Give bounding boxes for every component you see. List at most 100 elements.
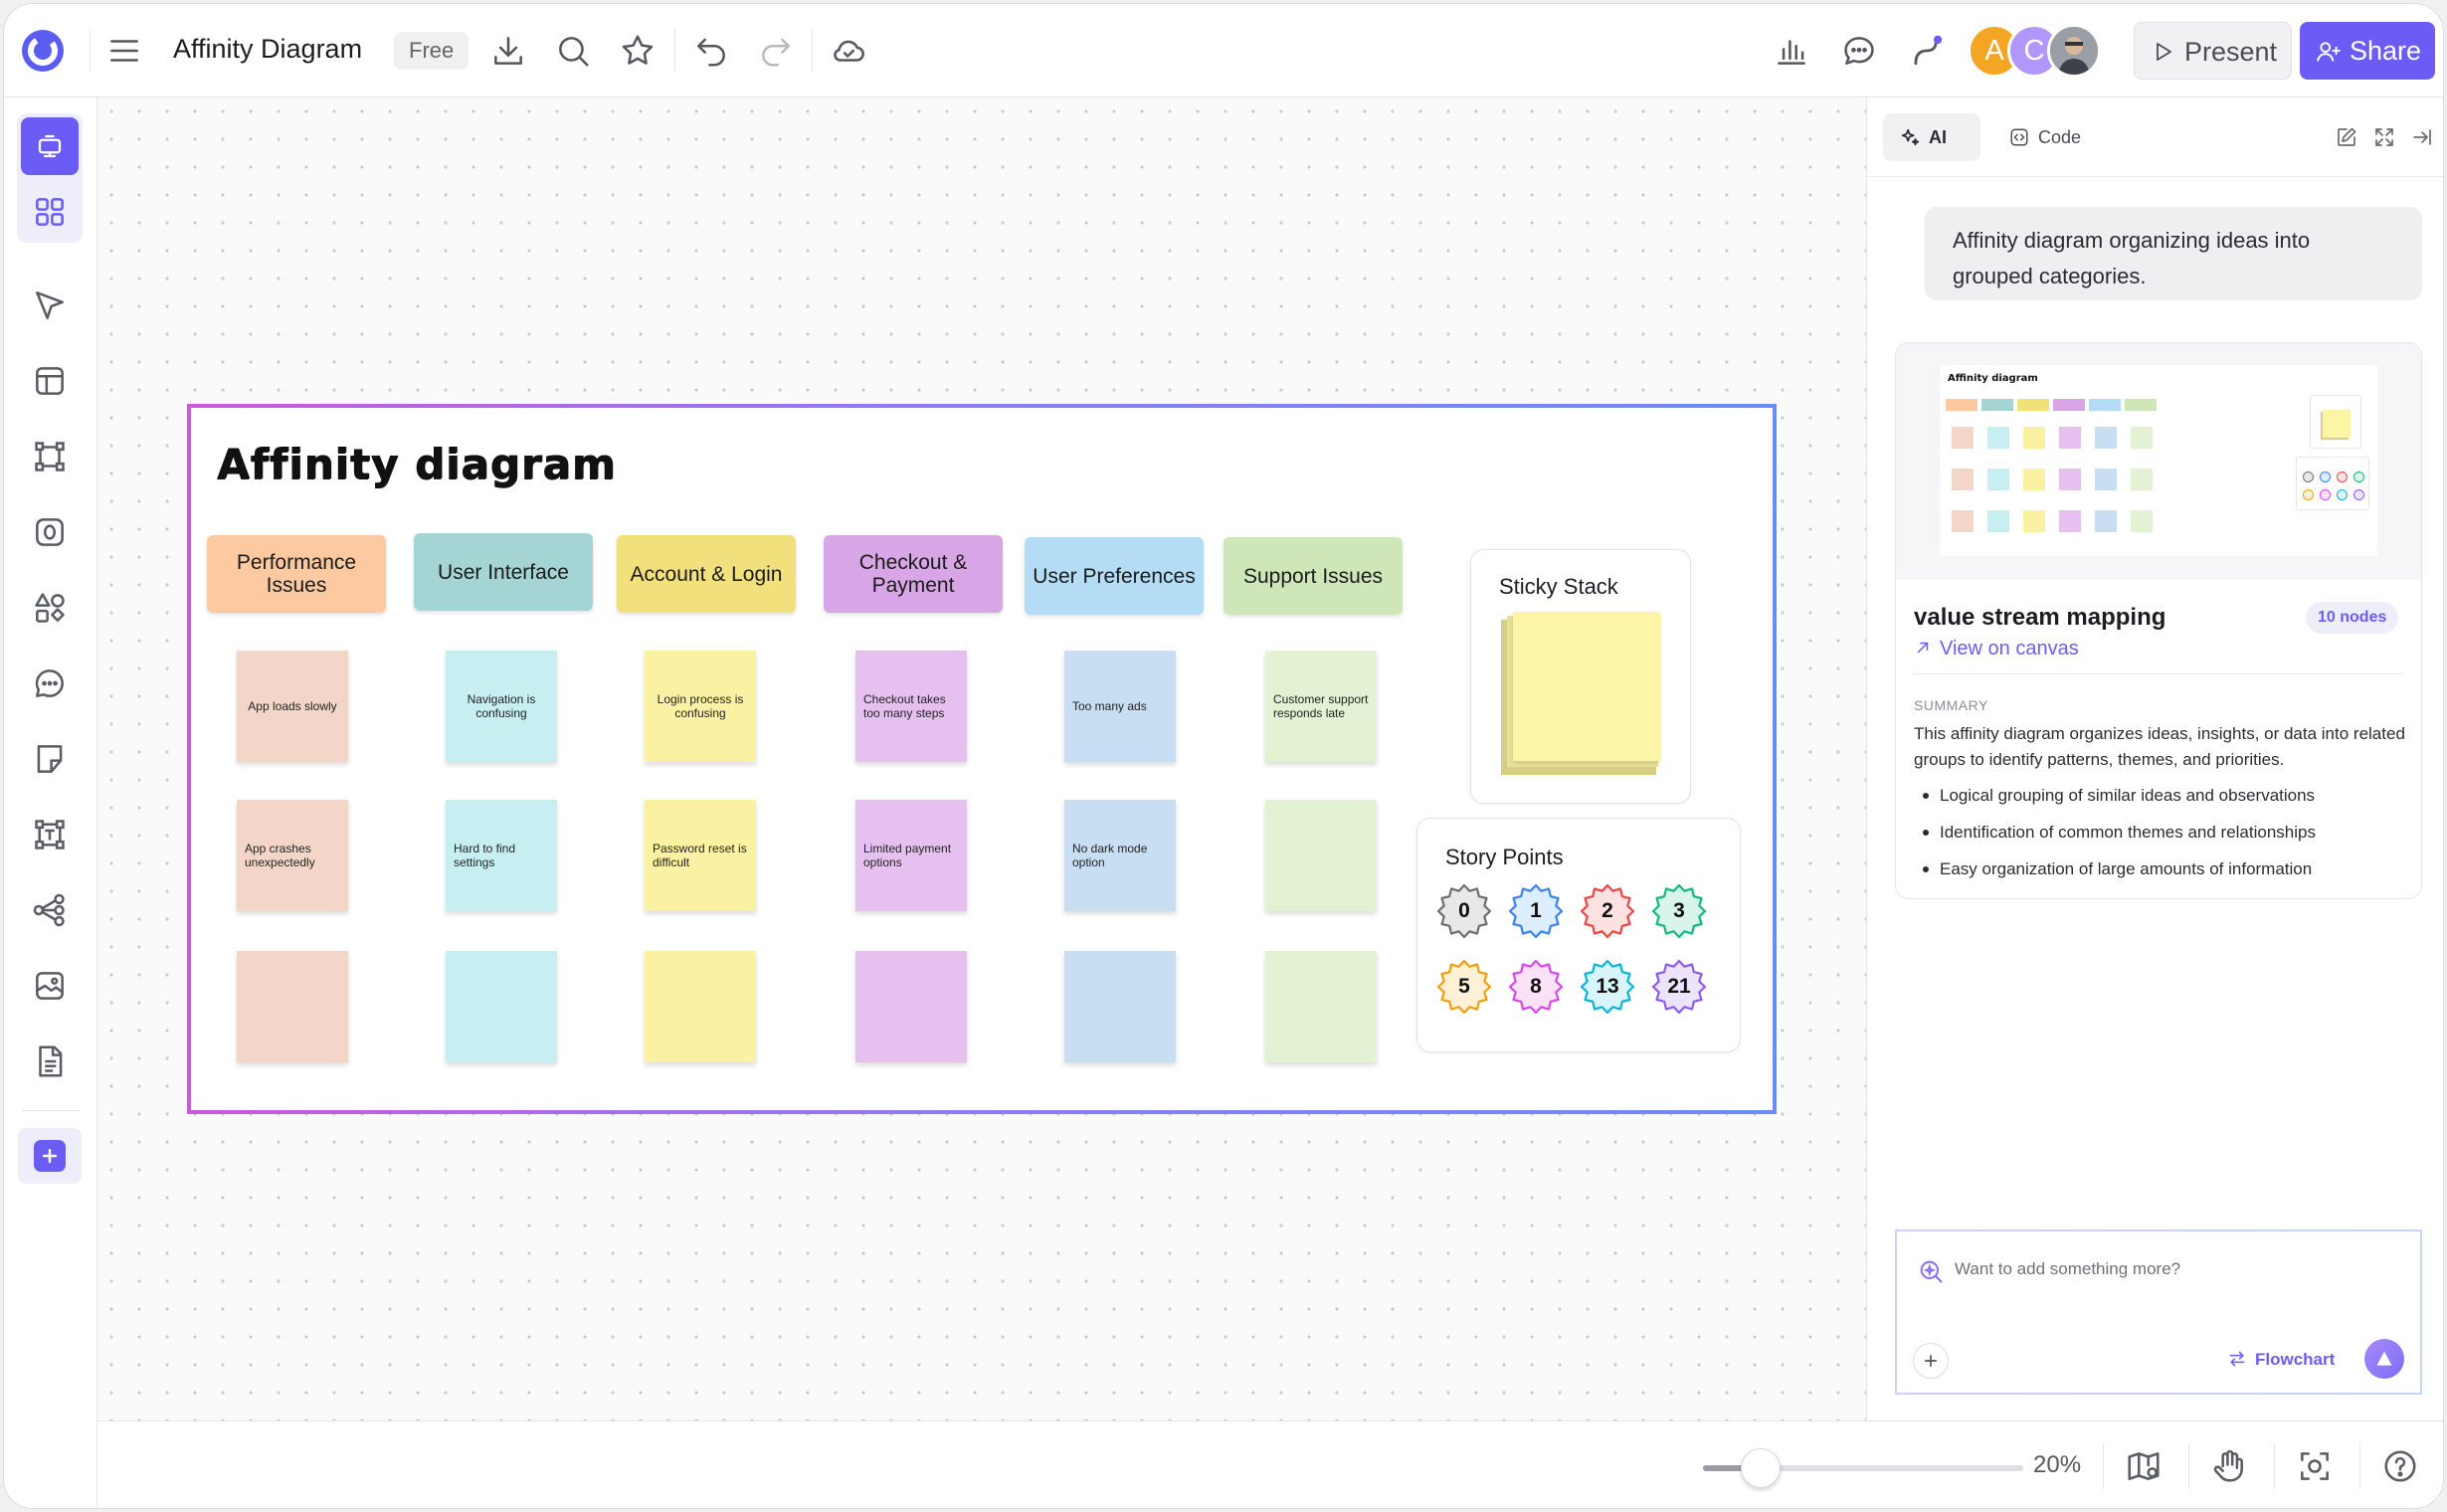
comment-icon[interactable] xyxy=(31,664,69,702)
sticky-note[interactable]: Hard to find settings xyxy=(446,800,557,911)
category-header[interactable]: Support Issues xyxy=(1224,537,1403,615)
story-point-badge[interactable]: 5 xyxy=(1435,958,1493,1016)
thumbnail-note xyxy=(1987,427,2009,449)
shapes-icon[interactable] xyxy=(31,589,69,627)
select-pointer-icon[interactable] xyxy=(31,286,69,324)
thumbnail-title: Affinity diagram xyxy=(1948,373,2038,384)
sticky-stack-title: Sticky Stack xyxy=(1499,574,1618,599)
minimap-icon[interactable] xyxy=(2125,1447,2163,1485)
category-header[interactable]: Performance Issues xyxy=(207,535,386,613)
sticky-note[interactable] xyxy=(1064,951,1176,1062)
embed-icon[interactable] xyxy=(31,967,69,1005)
search-icon[interactable] xyxy=(554,32,592,70)
affinity-frame[interactable]: Affinity diagram Performance Issues User … xyxy=(187,404,1777,1114)
sticky-note[interactable]: Customer support responds late xyxy=(1265,651,1377,762)
text-tool-icon[interactable] xyxy=(31,816,69,853)
undo-icon[interactable] xyxy=(692,32,730,70)
sticky-note[interactable] xyxy=(1265,800,1377,911)
canvas[interactable]: Affinity diagram Performance Issues User … xyxy=(97,97,1866,1420)
category-header[interactable]: User Preferences xyxy=(1025,537,1204,615)
story-point-badge[interactable]: 13 xyxy=(1579,958,1636,1016)
divider xyxy=(2188,1443,2189,1489)
diagram-type-selector[interactable]: Flowchart xyxy=(2227,1349,2335,1370)
view-on-canvas-link[interactable]: View on canvas xyxy=(1914,638,2079,661)
sticky-note[interactable]: Password reset is difficult xyxy=(645,800,756,911)
category-header[interactable]: User Interface xyxy=(414,533,593,611)
sticky-note[interactable]: No dark mode option xyxy=(1064,800,1176,911)
sticky-note[interactable] xyxy=(446,951,557,1062)
thumbnail-header xyxy=(2089,399,2121,411)
menu-icon[interactable] xyxy=(105,32,143,70)
chat-input[interactable]: Want to add something more? xyxy=(1955,1259,2180,1279)
document-title[interactable]: Affinity Diagram xyxy=(173,34,362,65)
edit-icon[interactable] xyxy=(2335,125,2358,149)
sticky-note[interactable] xyxy=(237,951,348,1062)
sticky-stack-card[interactable]: Sticky Stack xyxy=(1470,549,1691,804)
connector-icon[interactable] xyxy=(1908,32,1946,70)
present-button[interactable]: Present xyxy=(2134,22,2292,80)
tab-ai[interactable]: AI xyxy=(1883,113,1980,161)
zoom-slider[interactable] xyxy=(1703,1448,2023,1488)
result-card[interactable]: Affinity diagram value stream mapping 10… xyxy=(1895,342,2422,899)
template-icon[interactable] xyxy=(31,362,69,400)
list-item: Easy organization of large amounts of in… xyxy=(1914,850,2405,887)
sticky-note[interactable] xyxy=(1265,951,1377,1062)
star-icon[interactable] xyxy=(619,32,657,70)
download-icon[interactable] xyxy=(489,32,527,70)
story-point-badge[interactable]: 3 xyxy=(1650,882,1708,940)
sticky-note[interactable] xyxy=(855,951,967,1062)
sticky-note[interactable]: Limited payment options xyxy=(855,800,967,911)
hand-pan-icon[interactable] xyxy=(2210,1447,2248,1485)
story-point-badge[interactable]: 2 xyxy=(1579,882,1636,940)
collaborator-avatars[interactable]: A C xyxy=(1968,24,2107,80)
sticky-note[interactable]: Navigation is confusing xyxy=(446,651,557,762)
expand-icon[interactable] xyxy=(2372,125,2396,149)
frame-title[interactable]: Affinity diagram xyxy=(217,440,617,488)
document-icon[interactable] xyxy=(31,1042,69,1080)
sticky-note[interactable]: Login process is confusing xyxy=(645,651,756,762)
story-point-badge[interactable]: 0 xyxy=(1435,882,1493,940)
story-point-badge[interactable]: 8 xyxy=(1507,958,1565,1016)
fit-screen-icon[interactable] xyxy=(2296,1447,2334,1485)
redo-icon[interactable] xyxy=(757,32,795,70)
thumbnail-sticky-stack xyxy=(2310,395,2361,449)
comments-icon[interactable] xyxy=(1840,32,1878,70)
diagram-thumbnail[interactable]: Affinity diagram xyxy=(1896,343,2421,580)
attach-plus-icon[interactable] xyxy=(1913,1343,1949,1379)
tab-code[interactable]: Code xyxy=(1992,113,2102,161)
zoom-level[interactable]: 20% xyxy=(2033,1451,2081,1479)
app-logo-icon[interactable] xyxy=(20,28,66,74)
chat-input-box[interactable]: Want to add something more? Flowchart xyxy=(1895,1229,2422,1395)
chart-icon[interactable] xyxy=(1773,32,1810,70)
story-point-badge[interactable]: 1 xyxy=(1507,882,1565,940)
sticky-note[interactable] xyxy=(645,951,756,1062)
story-point-value: 0 xyxy=(1458,899,1470,922)
sticky-stack-top[interactable] xyxy=(1513,612,1660,761)
send-icon[interactable] xyxy=(2364,1339,2404,1379)
avatar-photo[interactable] xyxy=(2047,24,2101,78)
story-points-card[interactable]: Story Points 0 1 2 3 5 8 13 21 xyxy=(1416,818,1741,1052)
thumbnail-note xyxy=(2059,427,2081,449)
panel-tabs: AI Code xyxy=(1867,97,2443,177)
cloud-sync-icon[interactable] xyxy=(830,32,867,70)
whiteboard-view-icon[interactable] xyxy=(21,117,79,175)
add-more-button[interactable] xyxy=(18,1128,82,1184)
sticky-note[interactable]: App loads slowly xyxy=(237,651,348,762)
zoom-slider-handle[interactable] xyxy=(1740,1448,1781,1488)
container-icon[interactable] xyxy=(31,513,69,551)
sticky-note[interactable]: Too many ads xyxy=(1064,651,1176,762)
help-icon[interactable] xyxy=(2381,1447,2419,1485)
story-point-value: 8 xyxy=(1530,975,1542,998)
frame-icon[interactable] xyxy=(31,438,69,475)
collapse-panel-icon[interactable] xyxy=(2410,125,2434,149)
sticky-note-icon[interactable] xyxy=(31,740,69,778)
sticky-note[interactable]: App crashes unexpectedly xyxy=(237,800,348,911)
grid-view-icon[interactable] xyxy=(31,193,69,231)
category-header[interactable]: Checkout & Payment xyxy=(824,535,1003,613)
sticky-note[interactable]: Checkout takes too many steps xyxy=(855,651,967,762)
app-window: Affinity Diagram Free A C Present Share … xyxy=(3,3,2444,1509)
story-point-badge[interactable]: 21 xyxy=(1650,958,1708,1016)
mindmap-icon[interactable] xyxy=(31,891,69,929)
share-button[interactable]: Share xyxy=(2300,22,2435,80)
category-header[interactable]: Account & Login xyxy=(617,535,796,613)
